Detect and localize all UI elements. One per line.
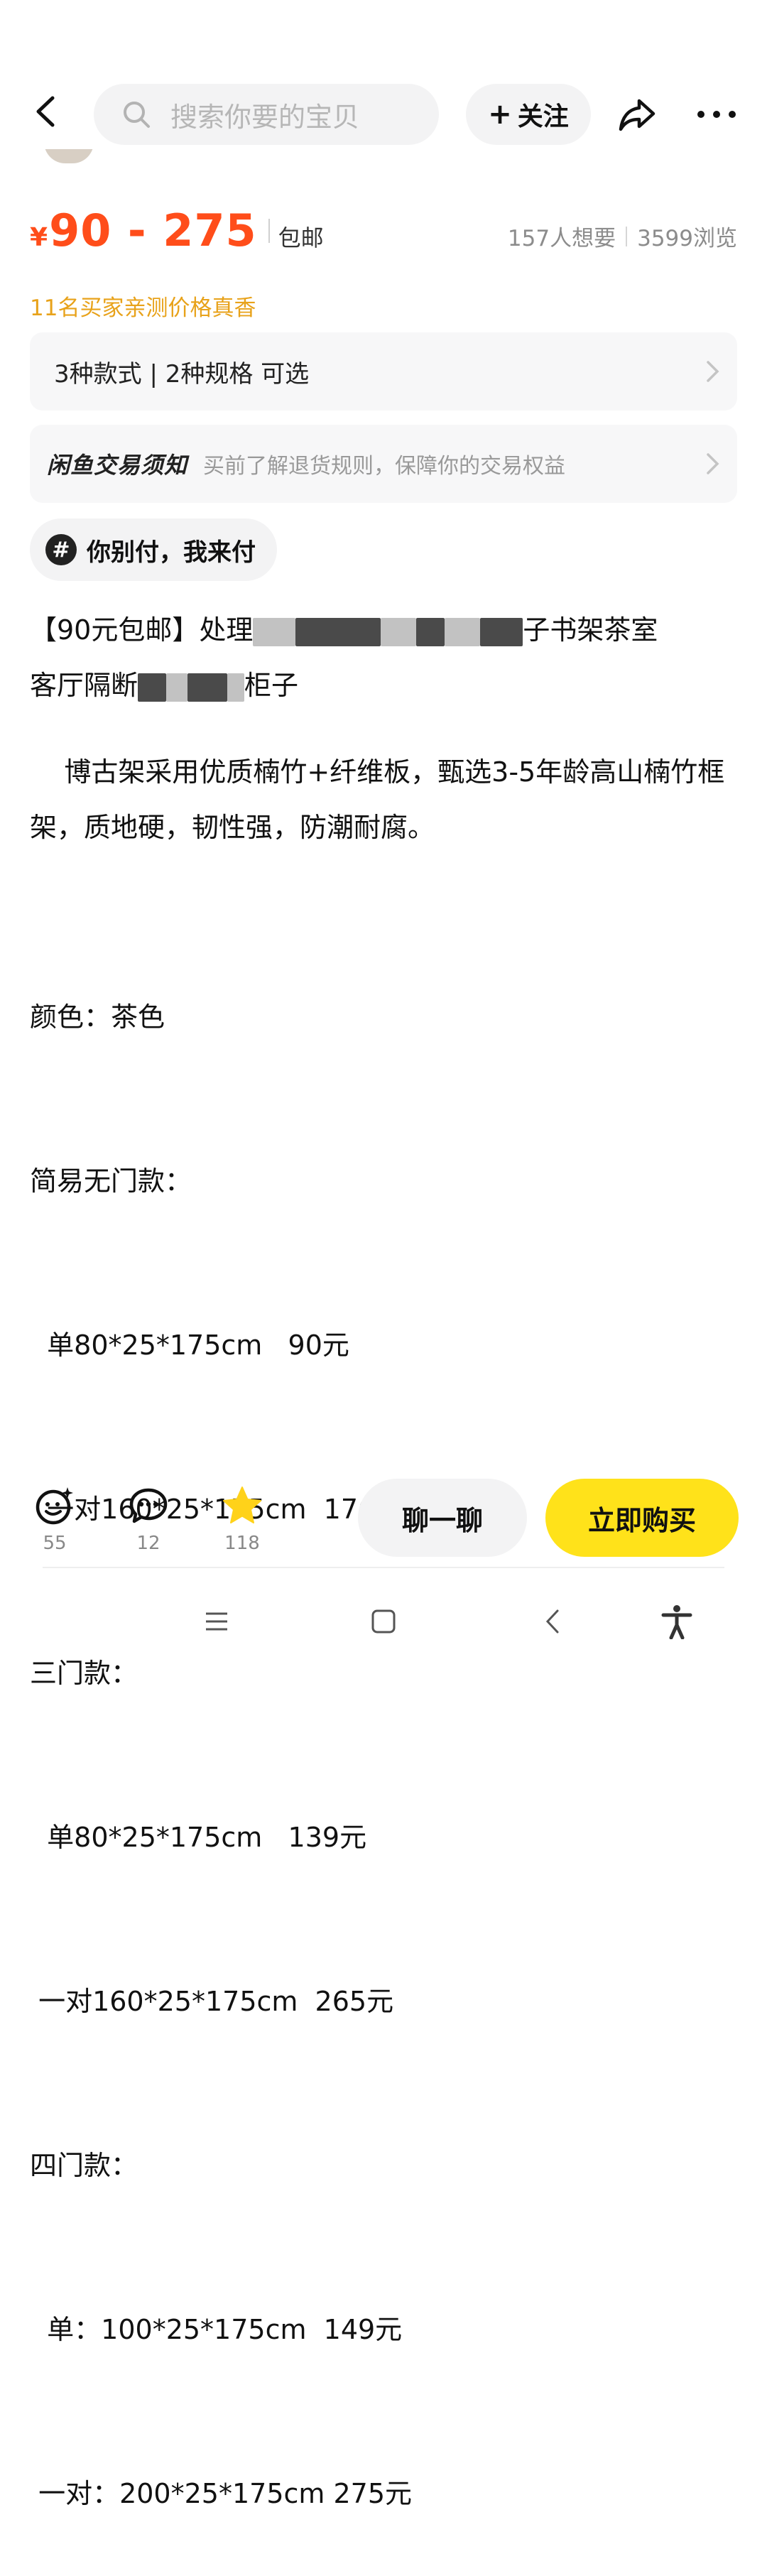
redaction (445, 617, 481, 646)
title-line2-end: 柜子 (244, 670, 299, 701)
divider (43, 1567, 724, 1568)
spec-line: 颜色：茶色 (30, 1001, 165, 1033)
topic-tag-label: 你别付，我来付 (87, 538, 256, 567)
star-icon (221, 1484, 263, 1527)
more-icon[interactable] (695, 92, 739, 136)
system-nav-bar (0, 1578, 767, 1662)
redaction (227, 673, 245, 702)
hash-icon: # (45, 534, 77, 565)
divider (268, 218, 270, 243)
divider (626, 226, 628, 246)
comment-button[interactable]: 12 (116, 1484, 180, 1554)
smile-icon (33, 1484, 76, 1527)
follow-button[interactable]: + 关注 (466, 84, 591, 145)
spec-line: 一对：200*25*175cm 275元 (30, 2478, 413, 2509)
back-arrow-icon[interactable] (30, 94, 65, 129)
share-icon[interactable] (615, 92, 659, 136)
trade-notice-card[interactable]: 闲鱼交易须知 买前了解退货规则，保障你的交易权益 (30, 425, 737, 503)
title-start: 【90元包邮】处理 (30, 614, 254, 646)
spec-line: 简易无门款： (30, 1165, 192, 1197)
redaction (480, 617, 523, 646)
topic-tag[interactable]: # 你别付，我来付 (30, 518, 277, 581)
search-icon (121, 99, 152, 130)
action-bar: 55 12 118 聊一聊 立即购买 (0, 1470, 767, 1570)
trade-notice-title: 闲鱼交易须知 (47, 452, 188, 479)
views-count: 3599浏览 (637, 226, 737, 251)
plus-icon: + (488, 98, 512, 131)
spec-line: 四门款： (30, 2150, 138, 2181)
chevron-right-icon (705, 452, 722, 476)
title-part2: 子书架茶室 (523, 614, 658, 646)
shipping-label: 包邮 (278, 224, 324, 251)
redaction (187, 673, 228, 702)
follow-label: 关注 (517, 102, 569, 131)
search-placeholder: 搜索你要的宝贝 (170, 101, 360, 133)
comment-icon (127, 1484, 170, 1527)
spec-list: 颜色：茶色 简易无门款： 单80*25*175cm 90元 一对160*25*1… (30, 881, 740, 2576)
chat-button[interactable]: 聊一聊 (358, 1479, 527, 1557)
options-text: 3种款式 | 2种规格 可选 (54, 359, 310, 388)
back-icon[interactable] (536, 1604, 572, 1639)
favorite-count: 118 (224, 1533, 260, 1554)
options-card[interactable]: 3种款式 | 2种规格 可选 (30, 332, 737, 411)
search-input[interactable]: 搜索你要的宝贝 (94, 84, 439, 145)
redaction (166, 673, 188, 702)
spec-line: 单80*25*175cm 90元 (30, 1330, 349, 1361)
trade-notice-subtitle: 买前了解退货规则，保障你的交易权益 (203, 454, 566, 479)
top-bar: 搜索你要的宝贝 + 关注 (0, 78, 767, 149)
comment-count: 12 (136, 1533, 161, 1554)
chevron-right-icon (705, 359, 722, 384)
currency-symbol: ¥ (30, 223, 48, 252)
wants-count: 157人想要 (507, 226, 616, 251)
like-button[interactable]: 55 (23, 1484, 87, 1554)
description-text: 博古架采用优质楠竹+纤维板，甄选3-5年龄高山楠竹框架，质地硬，韧性强，防潮耐腐… (30, 756, 725, 843)
accessibility-icon[interactable] (659, 1604, 695, 1640)
favorite-button[interactable]: 118 (210, 1484, 274, 1554)
item-title: 【90元包邮】处理 子书架茶室 客厅隔断 柜子 (30, 602, 740, 713)
redaction (138, 673, 167, 702)
like-count: 55 (43, 1533, 67, 1554)
redaction (416, 617, 445, 646)
spec-line: 单：100*25*175cm 149元 (30, 2314, 403, 2345)
home-icon[interactable] (366, 1604, 401, 1639)
price: ¥ 90 - 275 包邮 (30, 205, 324, 256)
item-description: 博古架采用优质楠竹+纤维板，甄选3-5年龄高山楠竹框架，质地硬，韧性强，防潮耐腐… (30, 744, 747, 855)
seller-strip (0, 149, 767, 163)
item-stats: 157人想要 3599浏览 (508, 220, 737, 252)
spec-line: 单80*25*175cm 139元 (30, 1822, 367, 1853)
redaction (381, 617, 417, 646)
title-line2-start: 客厅隔断 (30, 670, 138, 701)
tested-note: 11名买家亲测价格真香 (30, 295, 256, 321)
menu-icon[interactable] (199, 1604, 234, 1639)
price-range: 90 - 275 (49, 205, 257, 256)
spec-line: 一对160*25*175cm 265元 (30, 1986, 394, 2017)
redaction (295, 617, 381, 646)
avatar (44, 149, 94, 163)
redaction (253, 617, 296, 646)
buy-now-button[interactable]: 立即购买 (545, 1479, 739, 1557)
